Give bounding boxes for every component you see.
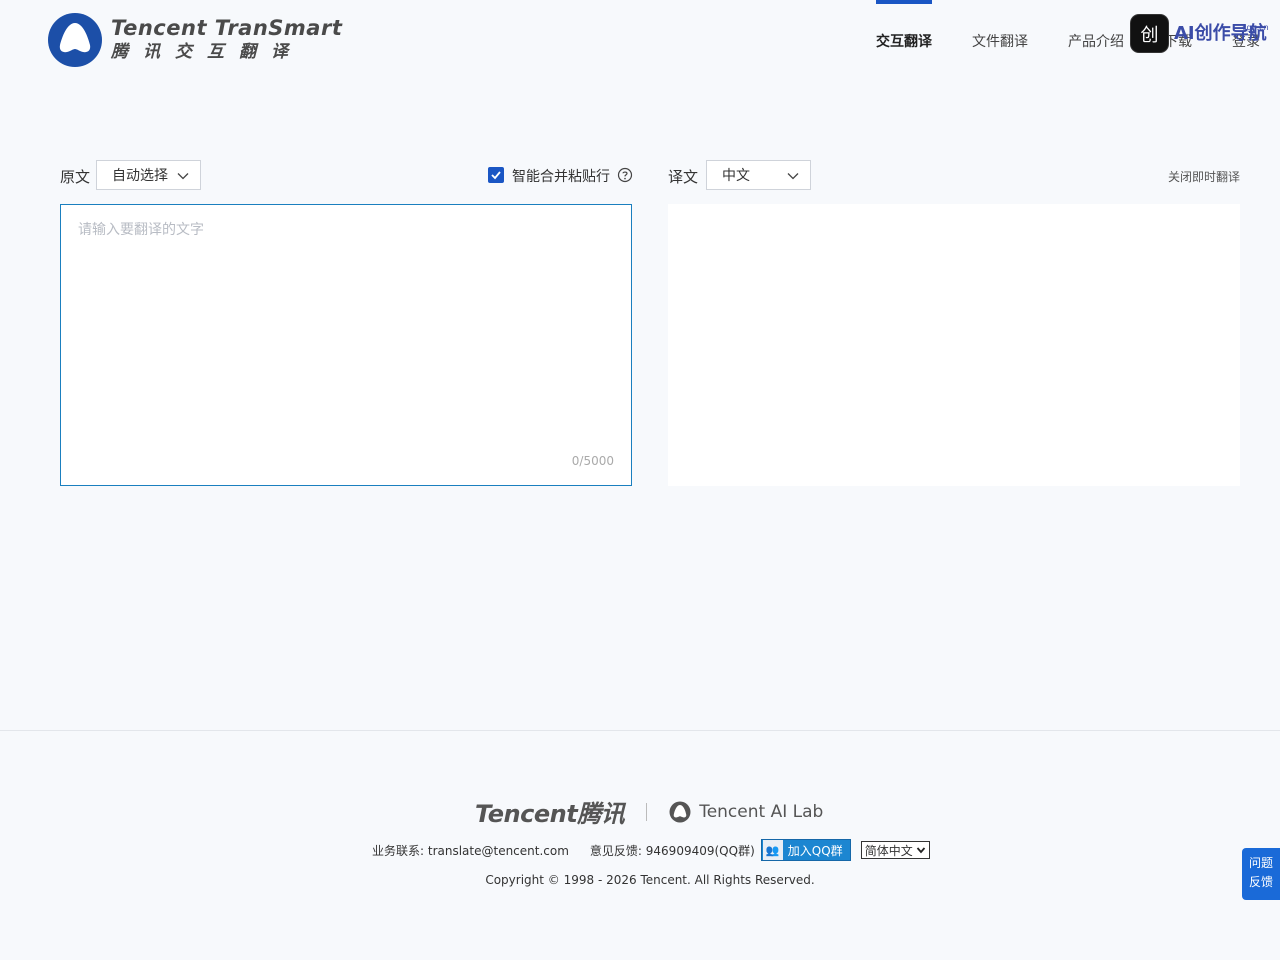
join-qq-group-label: 加入QQ群 [787,843,843,858]
join-qq-group-button[interactable]: 👥 加入QQ群 [760,839,851,861]
source-language-value: 自动选择 [112,168,168,184]
transmart-logo[interactable]: Tencent TranSmart 腾讯交互翻译 [47,12,342,68]
nav-active-indicator [876,0,932,4]
smart-merge-checkbox[interactable] [488,167,504,183]
target-language-value: 中文 [722,168,750,184]
source-text-area[interactable]: 0/5000 [60,204,632,486]
feedback-contact: 意见反馈: 946909409(QQ群) [589,843,755,858]
feedback-line-1: 问题 [1248,856,1273,870]
chevron-down-icon [787,173,799,180]
ai-creation-nav-badge[interactable]: 创 AI创作导航 cgn.cn [1131,15,1269,52]
help-icon[interactable] [617,167,633,183]
ai-creation-icon: 创 [1131,15,1168,52]
tencent-logo: Tencent腾讯 [475,800,625,828]
character-counter: 0/5000 [571,454,614,468]
chevron-down-icon [177,173,189,180]
logo-english-text: Tencent TranSmart [111,16,343,40]
ai-lab-icon [669,801,691,822]
ai-lab-text: Tencent AI Lab [699,801,824,822]
business-contact: 业务联系: translate@tencent.com [372,843,569,858]
qq-group-icon: 👥 [762,840,783,860]
target-label: 译文 [668,168,699,186]
logo-chinese-text: 腾讯交互翻译 [111,42,303,62]
source-language-select[interactable]: 自动选择 [96,160,201,190]
feedback-float-button[interactable]: 问题 反馈 [1242,848,1280,900]
site-language-value: 简体中文 [864,843,913,858]
target-language-select[interactable]: 中文 [706,160,811,190]
site-language-select[interactable]: 简体中文 [860,841,930,859]
footer-divider [646,802,648,821]
header: Tencent TranSmart 腾讯交互翻译 交互翻译 文件翻译 产品介绍 … [0,0,1280,80]
nav-interactive-translation[interactable]: 交互翻译 [876,31,932,51]
smart-merge-label[interactable]: 智能合并粘贴行 [512,166,610,186]
nav-product-intro[interactable]: 产品介绍 [1068,31,1124,51]
ai-badge-subtext: cgn.cn [1242,22,1269,32]
translation-output-area [668,204,1240,486]
chevron-down-icon [916,847,925,854]
feedback-line-2: 反馈 [1248,875,1273,889]
source-text-input[interactable] [61,205,631,485]
copyright: Copyright © 1998 - 2026 Tencent. All Rig… [485,873,815,887]
source-label: 原文 [60,168,91,186]
check-icon [491,171,501,180]
tencent-ai-lab-logo: Tencent AI Lab [669,801,823,823]
close-instant-translation-link[interactable]: 关闭即时翻译 [1168,168,1240,185]
transmart-logo-icon [48,13,102,67]
footer: Tencent腾讯 Tencent AI Lab 业务联系: translate… [0,730,1280,960]
nav-file-translation[interactable]: 文件翻译 [972,31,1028,51]
